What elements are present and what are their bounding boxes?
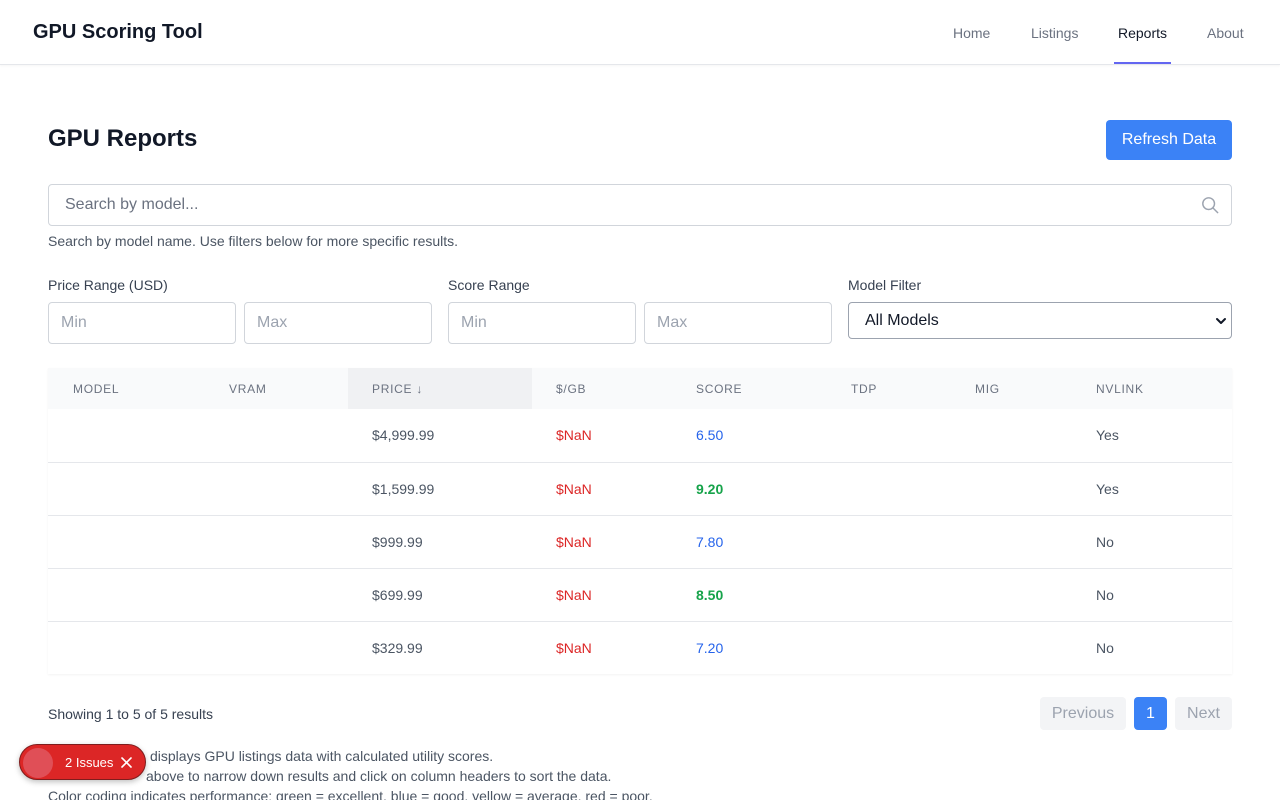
column-header-mig[interactable]: MIG xyxy=(975,368,1000,409)
gpu-reports-table: MODEL VRAM PRICE ↓ $/GB SCORE TDP MIG NV… xyxy=(48,368,1232,674)
column-header-price[interactable]: PRICE ↓ xyxy=(348,368,532,409)
table-row[interactable]: $4,999.99 $NaN 6.50 Yes xyxy=(48,409,1232,462)
nav-about[interactable]: About xyxy=(1207,0,1244,64)
search-help-text: Search by model name. Use filters below … xyxy=(48,233,459,249)
page-title: GPU Reports xyxy=(48,125,198,152)
previous-page-button[interactable]: Previous xyxy=(1040,697,1126,730)
top-navbar: GPU Scoring Tool Home Listings Reports A… xyxy=(0,0,1280,65)
cell-price: $1,599.99 xyxy=(372,481,435,497)
table-row[interactable]: $329.99 $NaN 7.20 No xyxy=(48,621,1232,674)
refresh-data-button[interactable]: Refresh Data xyxy=(1106,120,1232,160)
cell-score: 9.20 xyxy=(696,481,724,497)
nav-home[interactable]: Home xyxy=(953,0,990,64)
cell-nvlink: No xyxy=(1096,640,1114,656)
model-filter-select[interactable]: All Models xyxy=(848,302,1232,339)
close-icon[interactable] xyxy=(121,757,132,768)
cell-price: $999.99 xyxy=(372,534,423,550)
issues-count-label: 2 Issues xyxy=(65,755,114,770)
cell-price: $4,999.99 xyxy=(372,427,435,443)
model-filter-label: Model Filter xyxy=(848,277,922,293)
model-filter-value: All Models xyxy=(865,312,939,329)
nav-listings[interactable]: Listings xyxy=(1031,0,1078,64)
cell-nvlink: No xyxy=(1096,534,1114,550)
column-header-price-per-gb[interactable]: $/GB xyxy=(556,368,586,409)
price-range-label: Price Range (USD) xyxy=(48,277,168,293)
score-min-input[interactable] xyxy=(448,302,636,344)
cell-nvlink: Yes xyxy=(1096,481,1119,497)
cell-price: $329.99 xyxy=(372,640,423,656)
table-header: MODEL VRAM PRICE ↓ $/GB SCORE TDP MIG NV… xyxy=(48,368,1232,409)
nav-reports[interactable]: Reports xyxy=(1113,0,1172,64)
score-max-input[interactable] xyxy=(644,302,832,344)
column-header-nvlink[interactable]: NVLINK xyxy=(1096,368,1144,409)
cell-price-per-gb: $NaN xyxy=(556,481,592,497)
cell-price-per-gb: $NaN xyxy=(556,587,592,603)
price-max-input[interactable] xyxy=(244,302,432,344)
cell-price-per-gb: $NaN xyxy=(556,534,592,550)
page-number-button[interactable]: 1 xyxy=(1134,697,1167,730)
table-row[interactable]: $999.99 $NaN 7.80 No xyxy=(48,515,1232,568)
cell-price-per-gb: $NaN xyxy=(556,427,592,443)
results-summary: Showing 1 to 5 of 5 results xyxy=(48,706,213,722)
next-page-button[interactable]: Next xyxy=(1175,697,1232,730)
table-row[interactable]: $699.99 $NaN 8.50 No xyxy=(48,568,1232,621)
table-body: $4,999.99 $NaN 6.50 Yes $1,599.99 $NaN 9… xyxy=(48,409,1232,674)
table-row[interactable]: $1,599.99 $NaN 9.20 Yes xyxy=(48,462,1232,515)
issues-indicator-icon xyxy=(23,748,53,778)
column-header-tdp[interactable]: TDP xyxy=(851,368,877,409)
chevron-down-icon xyxy=(1216,318,1226,324)
cell-nvlink: Yes xyxy=(1096,427,1119,443)
cell-score: 7.80 xyxy=(696,534,724,550)
search-box xyxy=(48,184,1232,226)
note-line-2: above to narrow down results and click o… xyxy=(146,768,612,784)
price-min-input[interactable] xyxy=(48,302,236,344)
search-input[interactable] xyxy=(49,185,1189,225)
cell-nvlink: No xyxy=(1096,587,1114,603)
cell-score: 8.50 xyxy=(696,587,724,603)
cell-price: $699.99 xyxy=(372,587,423,603)
score-range-label: Score Range xyxy=(448,277,530,293)
app-brand[interactable]: GPU Scoring Tool xyxy=(33,21,203,44)
column-header-score[interactable]: SCORE xyxy=(696,368,742,409)
column-header-vram[interactable]: VRAM xyxy=(229,368,267,409)
note-line-1: displays GPU listings data with calculat… xyxy=(150,748,494,764)
note-line-3: Color coding indicates performance: gree… xyxy=(48,788,653,800)
cell-price-per-gb: $NaN xyxy=(556,640,592,656)
column-header-model[interactable]: MODEL xyxy=(73,368,119,409)
cell-score: 7.20 xyxy=(696,640,724,656)
issues-badge[interactable]: 2 Issues xyxy=(19,744,146,780)
cell-score: 6.50 xyxy=(696,427,724,443)
search-icon[interactable] xyxy=(1201,196,1219,214)
